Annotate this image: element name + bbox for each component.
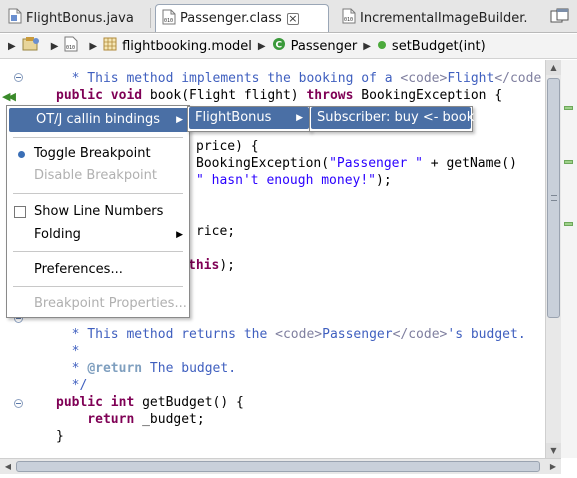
code-line: this); xyxy=(188,258,235,273)
chevron-right-icon[interactable]: ▶ xyxy=(363,41,371,52)
breadcrumb-method[interactable]: setBudget(int) xyxy=(377,39,486,54)
tab-passenger-class[interactable]: 010 Passenger.class × xyxy=(155,4,329,32)
ruler-marker[interactable] xyxy=(564,160,573,164)
menu-item-label: Subscriber: buy <- book xyxy=(317,110,475,125)
close-icon[interactable]: × xyxy=(286,12,299,25)
svg-text:010: 010 xyxy=(164,18,173,24)
code-line: } xyxy=(56,429,64,444)
scroll-up-icon[interactable]: ▲ xyxy=(546,60,561,75)
menu-item-callin-bindings[interactable]: OT/J callin bindings ▶ xyxy=(9,108,189,132)
code-line: */ xyxy=(56,378,88,393)
radio-selected-icon xyxy=(18,151,25,158)
chevron-right-icon[interactable]: ▶ xyxy=(89,41,97,52)
menu-item-show-line-numbers[interactable]: Show Line Numbers xyxy=(7,201,189,223)
svg-text:010: 010 xyxy=(344,17,353,23)
code-line: * @return The budget. xyxy=(56,361,237,376)
menu-item-label: OT/J callin bindings xyxy=(36,112,161,127)
menu-separator xyxy=(13,251,183,252)
code-line: BookingException("Passenger " + getName(… xyxy=(196,156,517,171)
code-line: " hasn't enough money!"); xyxy=(196,173,392,188)
menu-item-subscriber-buy-book[interactable]: Subscriber: buy <- book xyxy=(311,107,475,129)
menu-item-preferences[interactable]: Preferences... xyxy=(7,259,189,281)
code-line: public int getBudget() { xyxy=(56,395,244,410)
code-line: price) { xyxy=(196,139,259,154)
public-method-icon xyxy=(377,39,387,54)
menu-item-label: Folding xyxy=(34,227,81,242)
svg-text:C: C xyxy=(275,41,282,51)
class-file-icon: 010 xyxy=(342,8,356,28)
ruler-marker[interactable] xyxy=(564,106,573,110)
code-line: rice; xyxy=(196,224,236,239)
fold-expanded-icon[interactable] xyxy=(14,73,23,82)
chevron-right-icon[interactable]: ▶ xyxy=(51,41,59,52)
menu-item-folding[interactable]: Folding ▶ xyxy=(7,224,189,246)
menu-item-disable-breakpoint: Disable Breakpoint xyxy=(7,165,189,187)
code-line: * This method implements the booking of … xyxy=(56,71,542,86)
horizontal-scrollbar[interactable]: ◀ ▶ xyxy=(0,458,561,474)
tab-label: Passenger.class xyxy=(180,11,282,26)
callin-submenu: FlightBonus ▶ xyxy=(187,106,311,132)
jar-package-icon xyxy=(22,36,40,56)
svg-text:010: 010 xyxy=(66,45,75,51)
scroll-thumb[interactable] xyxy=(16,461,540,472)
class-file-icon: 010 xyxy=(64,36,78,56)
tab-divider xyxy=(150,8,151,28)
chevron-right-icon[interactable]: ▶ xyxy=(8,41,16,52)
menu-separator xyxy=(13,193,183,194)
code-line: public void book(Flight flight) throws B… xyxy=(56,88,503,103)
submenu-arrow-icon: ▶ xyxy=(296,113,303,123)
callin-binding-icon[interactable]: ◀◀ xyxy=(2,90,16,103)
menu-item-label: Toggle Breakpoint xyxy=(34,146,151,161)
menu-item-flightbonus[interactable]: FlightBonus ▶ xyxy=(189,107,309,129)
breadcrumb-class-label: Passenger xyxy=(290,38,358,54)
menu-item-label: FlightBonus xyxy=(195,110,272,125)
menu-item-label: Show Line Numbers xyxy=(34,204,164,219)
java-file-icon xyxy=(8,8,22,28)
tab-label: IncrementalImageBuilder. xyxy=(360,10,528,26)
breadcrumb-class[interactable]: C Passenger xyxy=(272,37,358,55)
breadcrumb: ▶ ▶ 010 ▶ flightbooking.model ▶ C Passen… xyxy=(0,34,577,59)
breadcrumb-classfile[interactable]: 010 xyxy=(64,36,83,56)
breadcrumb-method-label: setBudget(int) xyxy=(391,38,486,54)
package-icon xyxy=(103,37,117,55)
binding-submenu: Subscriber: buy <- book xyxy=(309,106,475,132)
checkbox-icon[interactable] xyxy=(14,206,26,218)
chevron-right-icon[interactable]: ▶ xyxy=(258,41,266,52)
editor-tab-bar: FlightBonus.java 010 Passenger.class × 0… xyxy=(0,0,577,33)
class-file-icon: 010 xyxy=(162,9,176,29)
menu-item-label: Breakpoint Properties... xyxy=(34,296,187,311)
ruler-marker[interactable] xyxy=(564,222,573,226)
overview-ruler[interactable] xyxy=(561,60,577,458)
code-line: * xyxy=(56,344,80,359)
tab-label: FlightBonus.java xyxy=(26,10,134,26)
menu-item-label: Preferences... xyxy=(34,262,123,277)
submenu-arrow-icon: ▶ xyxy=(176,115,183,125)
menu-item-label: Disable Breakpoint xyxy=(34,168,157,183)
scroll-left-icon[interactable]: ◀ xyxy=(1,460,15,474)
tab-incremental-image-builder[interactable]: 010 IncrementalImageBuilder. xyxy=(336,5,527,31)
tab-flightbonus[interactable]: FlightBonus.java xyxy=(2,5,134,31)
vertical-scrollbar[interactable]: ▲ ▼ xyxy=(545,60,561,458)
minimize-icon[interactable] xyxy=(549,8,571,26)
breadcrumb-project[interactable] xyxy=(22,36,45,56)
menu-item-breakpoint-properties: Breakpoint Properties... xyxy=(7,293,189,315)
scroll-down-icon[interactable]: ▼ xyxy=(546,443,561,458)
submenu-arrow-icon: ▶ xyxy=(176,230,183,240)
code-line: * This method returns the <code>Passenge… xyxy=(56,327,526,342)
scroll-right-icon[interactable]: ▶ xyxy=(546,460,560,474)
menu-separator xyxy=(13,137,183,138)
menu-item-toggle-breakpoint[interactable]: Toggle Breakpoint xyxy=(7,143,189,165)
menu-separator xyxy=(13,286,183,287)
code-line: return _budget; xyxy=(56,412,205,427)
grip-icon xyxy=(551,195,557,201)
breadcrumb-package[interactable]: flightbooking.model xyxy=(103,37,252,55)
class-icon: C xyxy=(272,37,286,55)
ruler-context-menu: OT/J callin bindings ▶ Toggle Breakpoint… xyxy=(6,105,190,318)
breadcrumb-package-label: flightbooking.model xyxy=(122,38,252,54)
fold-expanded-icon[interactable] xyxy=(14,399,23,408)
scroll-thumb[interactable] xyxy=(547,78,560,318)
